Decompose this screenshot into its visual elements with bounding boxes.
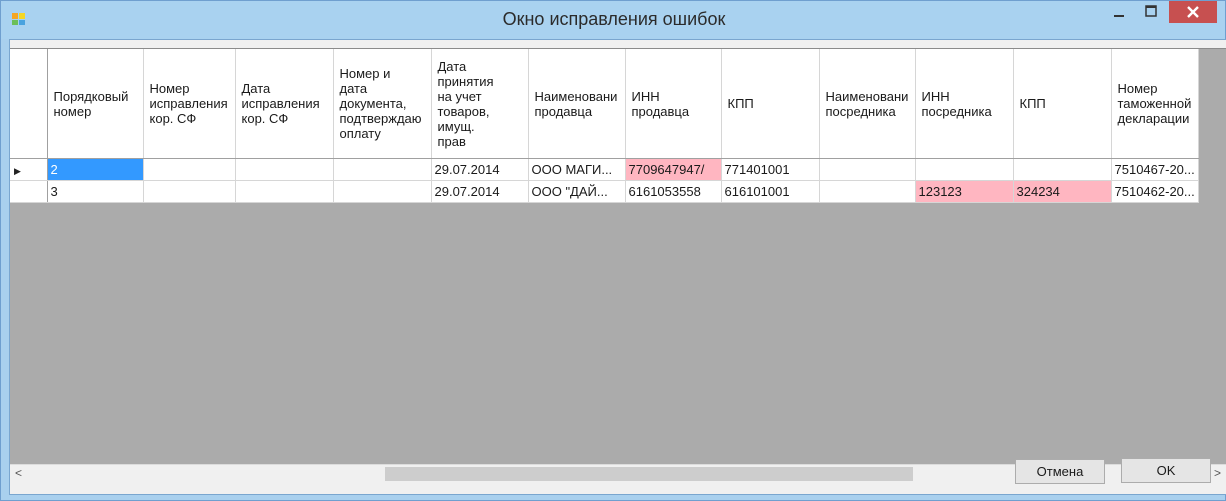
column-header[interactable]: Наименовани продавца [528,49,626,159]
table-cell[interactable] [235,180,334,203]
table-cell[interactable]: ООО МАГИ... [528,158,626,181]
minimize-icon [1114,15,1124,17]
column-header[interactable]: Номер таможенной декларации [1111,49,1199,159]
header-row: Порядковый номер Номер исправления кор. СФ … [10,49,1199,159]
column-header[interactable]: Дата принятия на учет товаров, имущ. прав [431,49,529,159]
table-cell[interactable] [235,158,334,181]
table-cell[interactable] [819,180,916,203]
scrollbar-thumb[interactable] [385,467,913,481]
table-cell[interactable] [143,158,236,181]
table-cell-error[interactable]: 324234 [1013,180,1112,203]
column-header[interactable]: ИНН посредника [915,49,1014,159]
ok-button[interactable]: OK [1121,458,1211,483]
table-cell-error[interactable]: 123123 [915,180,1014,203]
scroll-right-icon[interactable]: > [1209,465,1226,482]
close-button[interactable] [1169,1,1217,23]
window-title: Окно исправления ошибок [502,9,726,29]
table-row[interactable]: 3 29.07.2014 ООО "ДАЙ... 6161053558 6161… [10,180,1199,203]
column-header[interactable]: Номер исправления кор. СФ [143,49,236,159]
column-header[interactable]: Дата исправления кор. СФ [235,49,334,159]
table-cell[interactable]: 3 [47,180,144,203]
client-area: Порядковый номер Номер исправления кор. СФ … [9,39,1226,495]
column-header[interactable]: ИНН продавца [625,49,722,159]
table-cell[interactable]: 7510467-20... [1111,158,1199,181]
table-cell[interactable] [143,180,236,203]
error-correction-window: Окно исправления ошибок Порядковый номер… [0,0,1226,501]
column-header[interactable]: Порядковый номер [47,49,144,159]
table-cell[interactable]: ООО "ДАЙ... [528,180,626,203]
title-bar[interactable]: Окно исправления ошибок [1,1,1225,39]
table-cell-error[interactable]: 7709647947/ [625,158,722,181]
scroll-left-icon[interactable]: < [10,465,27,482]
table-cell[interactable]: 771401001 [721,158,820,181]
corner-header[interactable] [10,49,48,159]
table-cell[interactable]: 29.07.2014 [431,158,529,181]
column-header[interactable]: Наименовани посредника [819,49,916,159]
grid-table: Порядковый номер Номер исправления кор. СФ … [10,49,1199,203]
table-cell[interactable]: 29.07.2014 [431,180,529,203]
current-row-arrow-icon: ▶ [14,166,21,176]
minimize-button[interactable] [1104,1,1134,23]
table-cell[interactable]: 7510462-20... [1111,180,1199,203]
row-header[interactable] [10,180,48,203]
cancel-button[interactable]: Отмена [1015,459,1105,484]
table-row[interactable]: ▶ 2 29.07.2014 ООО МАГИ... 7709647947/ 7… [10,158,1199,181]
maximize-icon [1145,5,1157,17]
table-cell[interactable] [333,158,432,181]
table-cell[interactable]: 616101001 [721,180,820,203]
table-cell[interactable]: 6161053558 [625,180,722,203]
close-icon [1187,6,1199,18]
table-cell[interactable] [1013,158,1112,181]
row-header-current[interactable]: ▶ [10,158,48,181]
column-header[interactable]: Номер и дата документа, подтверждаю оплату [333,49,432,159]
table-cell[interactable] [915,158,1014,181]
maximize-button[interactable] [1136,1,1166,23]
table-cell[interactable] [819,158,916,181]
data-grid[interactable]: Порядковый номер Номер исправления кор. СФ … [10,48,1226,465]
column-header[interactable]: КПП [721,49,820,159]
table-cell[interactable]: 2 [47,158,144,181]
table-cell[interactable] [333,180,432,203]
column-header[interactable]: КПП [1013,49,1112,159]
